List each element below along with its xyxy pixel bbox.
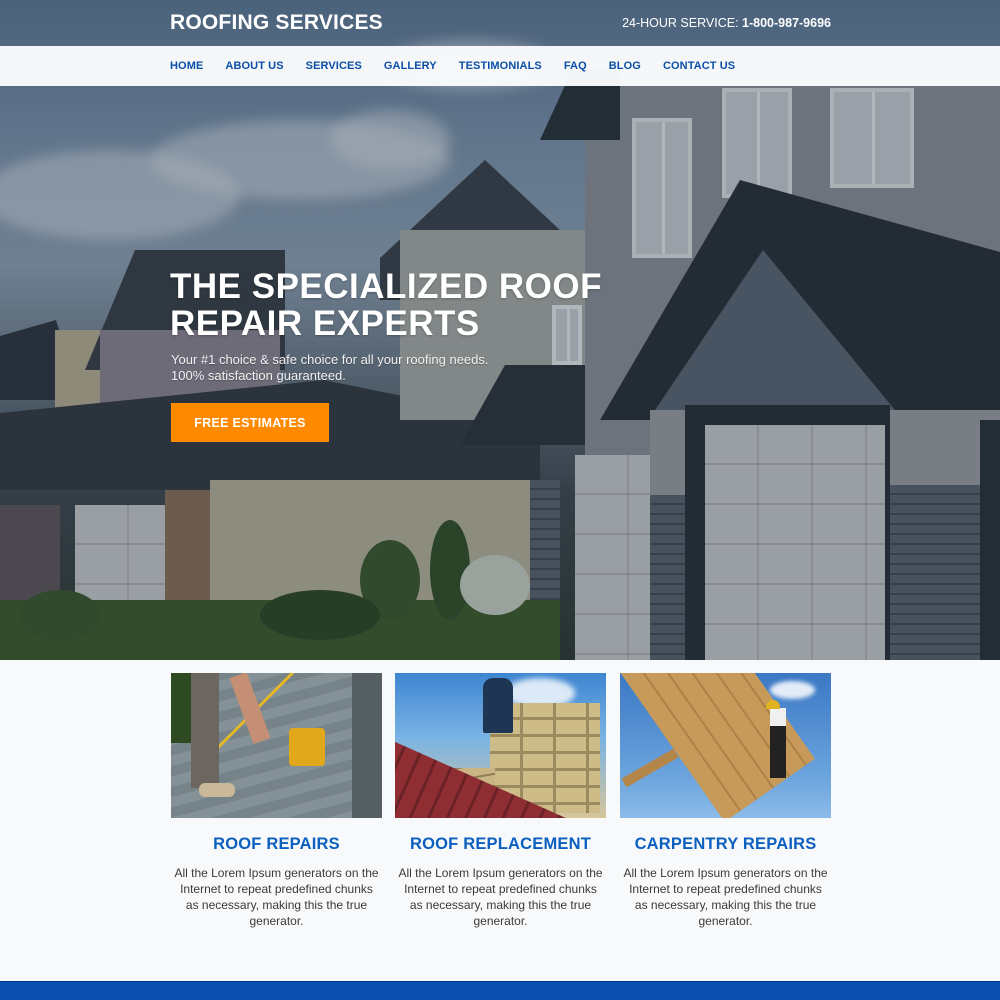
service-title[interactable]: ROOF REPAIRS bbox=[171, 835, 382, 854]
nav-item-gallery[interactable]: GALLERY bbox=[384, 60, 437, 72]
phone-number-link[interactable]: 1-800-987-9696 bbox=[742, 16, 831, 30]
service-description: All the Lorem Ipsum generators on the In… bbox=[398, 866, 603, 928]
hero-heading: THE SPECIALIZED ROOF REPAIR EXPERTS bbox=[170, 268, 602, 342]
nav-item-contact-us[interactable]: CONTACT US bbox=[663, 60, 735, 72]
nav-item-testimonials[interactable]: TESTIMONIALS bbox=[459, 60, 542, 72]
nav-item-about-us[interactable]: ABOUT US bbox=[225, 60, 283, 72]
service-description: All the Lorem Ipsum generators on the In… bbox=[174, 866, 379, 928]
nav-item-faq[interactable]: FAQ bbox=[564, 60, 587, 72]
phone-label: 24-HOUR SERVICE: bbox=[622, 16, 743, 30]
phone-info: 24-HOUR SERVICE: 1-800-987-9696 bbox=[622, 16, 831, 30]
service-title[interactable]: ROOF REPLACEMENT bbox=[395, 835, 606, 854]
nav-item-home[interactable]: HOME bbox=[170, 60, 203, 72]
service-title[interactable]: CARPENTRY REPAIRS bbox=[620, 835, 831, 854]
service-card-carpentry-repairs: CARPENTRY REPAIRS All the Lorem Ipsum ge… bbox=[620, 673, 831, 929]
carpentry-repairs-image[interactable] bbox=[620, 673, 831, 818]
service-card-roof-replacement: ROOF REPLACEMENT All the Lorem Ipsum gen… bbox=[395, 673, 606, 929]
service-card-roof-repairs: ROOF REPAIRS All the Lorem Ipsum generat… bbox=[171, 673, 382, 929]
top-bar: ROOFING SERVICES 24-HOUR SERVICE: 1-800-… bbox=[0, 0, 1000, 46]
nav-item-blog[interactable]: BLOG bbox=[609, 60, 641, 72]
roof-replacement-image[interactable] bbox=[395, 673, 606, 818]
footer-band bbox=[0, 981, 1000, 1000]
site-logo[interactable]: ROOFING SERVICES bbox=[170, 11, 383, 35]
service-description: All the Lorem Ipsum generators on the In… bbox=[623, 866, 828, 928]
free-estimates-button[interactable]: FREE ESTIMATES bbox=[171, 403, 329, 442]
nav-menu: HOME ABOUT US SERVICES GALLERY TESTIMONI… bbox=[170, 46, 757, 86]
hero-subtitle: Your #1 choice & safe choice for all you… bbox=[171, 352, 489, 384]
main-navigation: HOME ABOUT US SERVICES GALLERY TESTIMONI… bbox=[0, 46, 1000, 86]
hero-subtitle-line2: 100% satisfaction guaranteed. bbox=[171, 368, 346, 383]
hero-heading-line2: REPAIR EXPERTS bbox=[170, 304, 480, 343]
nav-item-services[interactable]: SERVICES bbox=[306, 60, 362, 72]
hero-subtitle-line1: Your #1 choice & safe choice for all you… bbox=[171, 352, 489, 367]
services-section: ROOF REPAIRS All the Lorem Ipsum generat… bbox=[0, 660, 1000, 981]
hero-heading-line1: THE SPECIALIZED ROOF bbox=[170, 267, 602, 306]
roof-repairs-image[interactable] bbox=[171, 673, 382, 818]
